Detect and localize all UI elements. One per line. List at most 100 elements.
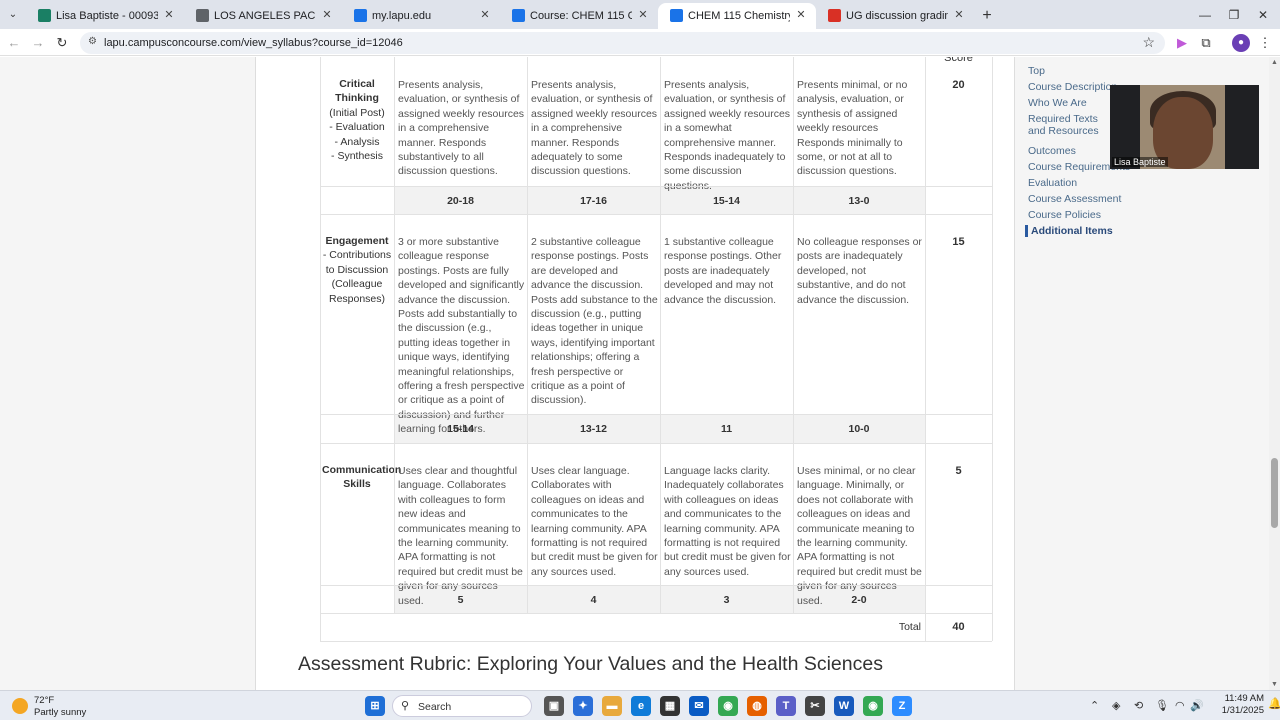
points-range: 17-16: [580, 195, 607, 207]
rubric-descriptor: Presents minimal, or no analysis, evalua…: [797, 79, 908, 178]
new-tab-button[interactable]: +: [974, 3, 1000, 29]
table-rule: [320, 186, 992, 187]
system-clock[interactable]: 11:49 AM 1/31/2025: [1206, 693, 1264, 717]
reload-icon[interactable]: ↻: [52, 33, 72, 53]
teams-icon[interactable]: T: [776, 696, 796, 716]
criterion-cell: Engagement - Contributions to Discussion …: [322, 234, 392, 306]
tab-search-icon[interactable]: ⌄: [0, 0, 26, 29]
rubric-descriptor: 1 substantive colleague response posting…: [664, 236, 782, 306]
browser-tab[interactable]: my.lapu.edu ✕: [342, 3, 500, 29]
rubric-descriptor: Language lacks clarity. Inadequately col…: [664, 465, 791, 578]
points-range: 13-12: [580, 423, 607, 435]
chrome-active-icon[interactable]: ◉: [863, 696, 883, 716]
criterion-score: 5: [955, 465, 962, 477]
scroll-down-icon[interactable]: ▼: [1269, 681, 1280, 688]
edge-icon[interactable]: e: [631, 696, 651, 716]
tab-close-icon[interactable]: ✕: [794, 8, 808, 22]
word-icon[interactable]: W: [834, 696, 854, 716]
doc-icon: [354, 9, 367, 22]
nav-link[interactable]: Course Policies: [1028, 209, 1101, 221]
table-rule: [527, 57, 528, 613]
criterion-cell: Critical Thinking (Initial Post) - Evalua…: [322, 77, 392, 163]
mail-icon[interactable]: ✉: [689, 696, 709, 716]
course-icon: [512, 9, 525, 22]
table-rule: [320, 214, 992, 215]
address-bar[interactable]: ⚙ lapu.campusconcourse.com/view_syllabus…: [80, 32, 1165, 54]
browser-tab[interactable]: Course: CHEM 115 Chemistry fo ✕: [500, 3, 658, 29]
close-window-icon[interactable]: ✕: [1246, 0, 1280, 29]
criterion-title: Communication Skills: [322, 464, 402, 491]
rubric-descriptor: Uses minimal, or no clear language. Mini…: [797, 465, 922, 607]
file-explorer-icon[interactable]: ▬: [602, 696, 622, 716]
scroll-up-icon[interactable]: ▲: [1269, 59, 1280, 66]
volume-icon[interactable]: 🔊: [1190, 699, 1204, 712]
extension-icon[interactable]: ▶: [1173, 34, 1191, 52]
nav-link[interactable]: Required Texts and Resources: [1028, 113, 1113, 137]
bookmark-icon: [38, 9, 51, 22]
copilot-icon[interactable]: ✦: [573, 696, 593, 716]
notifications-icon[interactable]: 🔔: [1268, 697, 1280, 710]
tab-close-icon[interactable]: ✕: [162, 8, 176, 22]
table-rule: [925, 57, 926, 641]
nav-link[interactable]: Course Description: [1028, 81, 1117, 93]
chrome-icon[interactable]: ◉: [718, 696, 738, 716]
tab-close-icon[interactable]: ✕: [636, 8, 650, 22]
taskbar-search[interactable]: ⚲ Search: [392, 695, 532, 717]
page-scrollbar[interactable]: ▲ ▼: [1269, 57, 1280, 690]
tab-close-icon[interactable]: ✕: [320, 8, 334, 22]
tray-sync-icon[interactable]: ⟲: [1134, 699, 1143, 712]
tab-close-icon[interactable]: ✕: [952, 8, 966, 22]
extensions-puzzle-icon[interactable]: ⧉: [1197, 34, 1215, 52]
search-icon: ⚲: [401, 700, 410, 712]
criterion-score: 20: [952, 79, 965, 91]
nav-link[interactable]: Who We Are: [1028, 97, 1087, 109]
nav-link[interactable]: Top: [1028, 65, 1045, 77]
microphone-icon[interactable]: 🎙: [1155, 699, 1169, 712]
nav-link[interactable]: Course Assessment: [1028, 193, 1121, 205]
criterion-title: Critical Thinking: [335, 78, 379, 105]
forward-icon[interactable]: →: [28, 33, 48, 53]
table-rule: [320, 641, 992, 642]
criterion-subtitle: - Contributions to Discussion (Colleague…: [322, 249, 392, 305]
points-range: 15-14: [713, 195, 740, 207]
scrollbar-thumb[interactable]: [1271, 458, 1278, 528]
show-hidden-icons[interactable]: ⌃: [1090, 699, 1099, 712]
tray-app-icon[interactable]: ◈: [1112, 699, 1120, 712]
points-range: 2-0: [851, 594, 867, 606]
table-rule: [320, 414, 992, 415]
store-icon[interactable]: ▦: [660, 696, 680, 716]
firefox-icon[interactable]: ◍: [747, 696, 767, 716]
points-range: 15-14: [447, 423, 474, 435]
snipping-tool-icon[interactable]: ✂: [805, 696, 825, 716]
points-range: 11: [720, 423, 733, 435]
table-rule: [660, 57, 661, 613]
tab-close-icon[interactable]: ✕: [478, 8, 492, 22]
browser-tab[interactable]: UG discussion grading - lisa.ba ✕: [816, 3, 974, 29]
course-icon: [670, 9, 683, 22]
zoom-icon[interactable]: Z: [892, 696, 912, 716]
rubric-descriptor: Presents analysis, evaluation, or synthe…: [398, 79, 525, 178]
nav-link[interactable]: Evaluation: [1028, 177, 1077, 189]
points-range: 5: [457, 594, 464, 606]
nav-link[interactable]: Additional Items: [1025, 225, 1113, 237]
points-range: 20-18: [447, 195, 474, 207]
criterion-score: 15: [952, 236, 965, 248]
video-participant-name: Lisa Baptiste: [1112, 157, 1168, 167]
video-call-overlay[interactable]: Lisa Baptiste: [1110, 85, 1259, 169]
windows-start-icon[interactable]: ⊞: [365, 696, 385, 716]
browser-menu-icon[interactable]: ⋮: [1256, 34, 1274, 52]
bookmark-star-icon[interactable]: ☆: [1142, 34, 1155, 51]
nav-link[interactable]: Outcomes: [1028, 145, 1076, 157]
site-info-icon[interactable]: ⚙: [88, 36, 97, 47]
browser-tab[interactable]: LOS ANGELES PACIFIC UNIVERS ✕: [184, 3, 342, 29]
browser-tab[interactable]: CHEM 115 Chemistry for Health ✕: [658, 3, 816, 29]
browser-tab[interactable]: Lisa Baptiste - 000938 - Los An ✕: [26, 3, 184, 29]
gmail-icon: [828, 9, 841, 22]
task-view-icon[interactable]: ▣: [544, 696, 564, 716]
back-icon[interactable]: ←: [4, 33, 24, 53]
total-label: Total: [898, 621, 921, 633]
criterion-subtitle: (Initial Post) - Evaluation - Analysis -…: [329, 106, 385, 163]
table-rule: [320, 443, 992, 444]
wifi-icon[interactable]: ◠: [1175, 699, 1185, 712]
profile-avatar-icon[interactable]: ●: [1232, 34, 1250, 52]
